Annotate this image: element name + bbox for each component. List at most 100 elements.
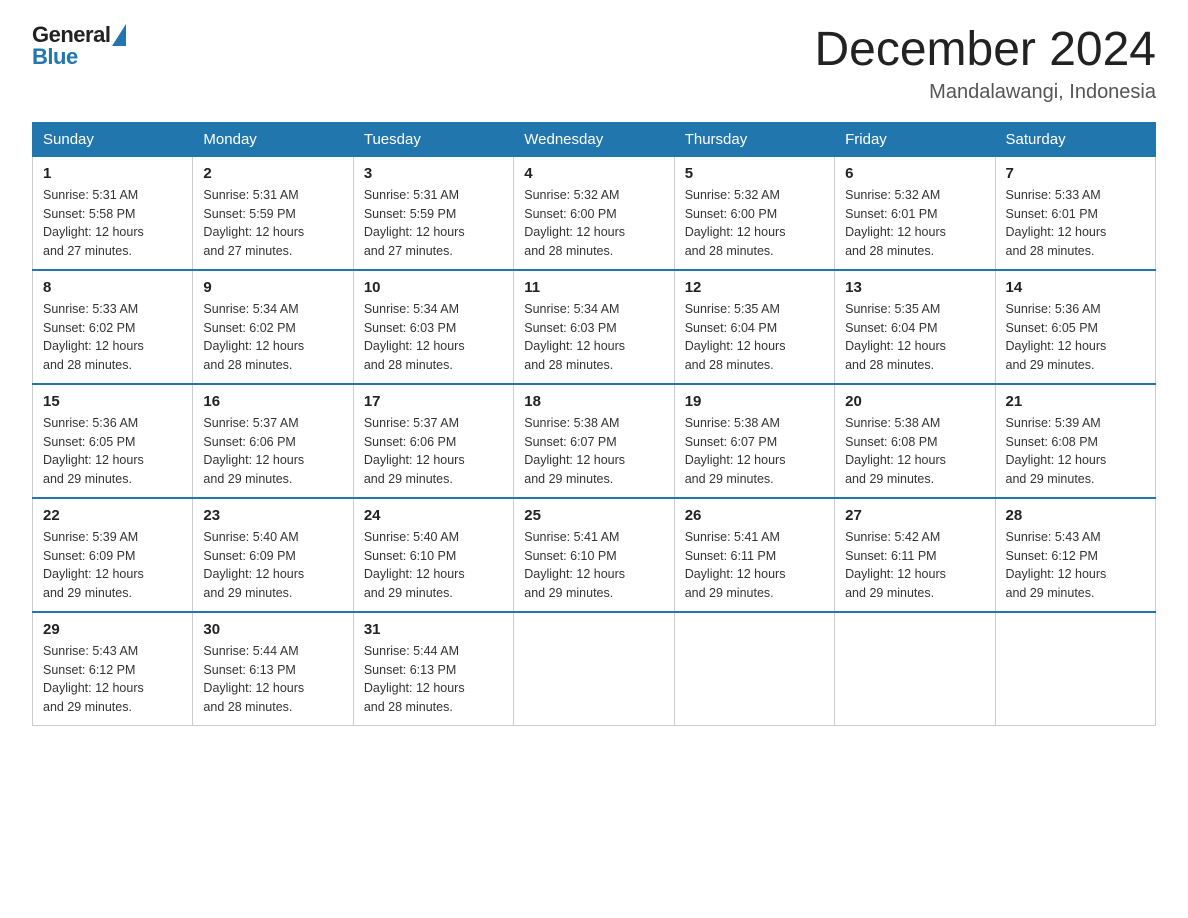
day-info: Sunrise: 5:34 AMSunset: 6:02 PMDaylight:…: [203, 300, 342, 375]
calendar-cell: 3Sunrise: 5:31 AMSunset: 5:59 PMDaylight…: [353, 156, 513, 270]
calendar-cell: 27 Sunrise: 5:42 AMSunset: 6:11 PMDayligh…: [835, 498, 995, 612]
day-info: Sunrise: 5:34 AMSunset: 6:03 PMDaylight:…: [524, 300, 663, 375]
day-number: 6: [845, 165, 984, 182]
day-info: Sunrise: 5:44 AMSunset: 6:13 PMDaylight:…: [364, 642, 503, 717]
day-number: 28: [1006, 507, 1145, 524]
calendar-cell: 23Sunrise: 5:40 AMSunset: 6:09 PMDayligh…: [193, 498, 353, 612]
day-number: 3: [364, 165, 503, 182]
calendar-cell: 14Sunrise: 5:36 AMSunset: 6:05 PMDayligh…: [995, 270, 1155, 384]
day-number: 25: [524, 507, 663, 524]
day-number: 14: [1006, 279, 1145, 296]
calendar-table: SundayMondayTuesdayWednesdayThursdayFrid…: [32, 122, 1156, 726]
day-number: 1: [43, 165, 182, 182]
calendar-cell: 24 Sunrise: 5:40 AMSunset: 6:10 PMDayligh…: [353, 498, 513, 612]
day-number: 2: [203, 165, 342, 182]
day-info: Sunrise: 5:35 AMSunset: 6:04 PMDaylight:…: [685, 300, 824, 375]
logo-text: General Blue: [32, 24, 126, 68]
day-number: 29: [43, 621, 182, 638]
day-number: 18: [524, 393, 663, 410]
day-info: Sunrise: 5:39 AMSunset: 6:08 PMDaylight:…: [1006, 414, 1145, 489]
calendar-cell: 28 Sunrise: 5:43 AMSunset: 6:12 PMDayligh…: [995, 498, 1155, 612]
calendar-cell: 12 Sunrise: 5:35 AMSunset: 6:04 PMDayligh…: [674, 270, 834, 384]
day-info: Sunrise: 5:32 AMSunset: 6:00 PMDaylight:…: [524, 186, 663, 261]
weekday-header-monday: Monday: [193, 122, 353, 156]
calendar-location: Mandalawangi, Indonesia: [814, 81, 1156, 104]
day-number: 15: [43, 393, 182, 410]
day-number: 7: [1006, 165, 1145, 182]
day-number: 9: [203, 279, 342, 296]
day-info: Sunrise: 5:43 AMSunset: 6:12 PMDaylight:…: [43, 642, 182, 717]
day-info: Sunrise: 5:39 AMSunset: 6:09 PMDaylight:…: [43, 528, 182, 603]
day-number: 12: [685, 279, 824, 296]
week-row-5: 29 Sunrise: 5:43 AMSunset: 6:12 PMDayligh…: [33, 612, 1156, 726]
calendar-cell: 25 Sunrise: 5:41 AMSunset: 6:10 PMDayligh…: [514, 498, 674, 612]
calendar-cell: 26Sunrise: 5:41 AMSunset: 6:11 PMDayligh…: [674, 498, 834, 612]
title-area: December 2024 Mandalawangi, Indonesia: [814, 24, 1156, 104]
day-info: Sunrise: 5:38 AMSunset: 6:07 PMDaylight:…: [685, 414, 824, 489]
day-info: Sunrise: 5:42 AMSunset: 6:11 PMDaylight:…: [845, 528, 984, 603]
day-info: Sunrise: 5:31 AMSunset: 5:58 PMDaylight:…: [43, 186, 182, 261]
day-number: 21: [1006, 393, 1145, 410]
calendar-cell: [674, 612, 834, 726]
calendar-cell: 6 Sunrise: 5:32 AMSunset: 6:01 PMDaylight…: [835, 156, 995, 270]
calendar-cell: 13 Sunrise: 5:35 AMSunset: 6:04 PMDayligh…: [835, 270, 995, 384]
day-info: Sunrise: 5:38 AMSunset: 6:08 PMDaylight:…: [845, 414, 984, 489]
day-info: Sunrise: 5:34 AMSunset: 6:03 PMDaylight:…: [364, 300, 503, 375]
calendar-cell: 5 Sunrise: 5:32 AMSunset: 6:00 PMDaylight…: [674, 156, 834, 270]
calendar-cell: 18Sunrise: 5:38 AMSunset: 6:07 PMDayligh…: [514, 384, 674, 498]
day-info: Sunrise: 5:36 AMSunset: 6:05 PMDaylight:…: [43, 414, 182, 489]
logo-triangle-icon: [112, 24, 126, 46]
week-row-4: 22 Sunrise: 5:39 AMSunset: 6:09 PMDayligh…: [33, 498, 1156, 612]
day-number: 27: [845, 507, 984, 524]
day-number: 19: [685, 393, 824, 410]
calendar-cell: [514, 612, 674, 726]
logo: General Blue: [32, 24, 126, 68]
week-row-3: 15 Sunrise: 5:36 AMSunset: 6:05 PMDayligh…: [33, 384, 1156, 498]
weekday-header-friday: Friday: [835, 122, 995, 156]
day-number: 23: [203, 507, 342, 524]
page-header: General Blue December 2024 Mandalawangi,…: [32, 24, 1156, 104]
calendar-cell: 19 Sunrise: 5:38 AMSunset: 6:07 PMDayligh…: [674, 384, 834, 498]
day-number: 16: [203, 393, 342, 410]
week-row-2: 8Sunrise: 5:33 AMSunset: 6:02 PMDaylight…: [33, 270, 1156, 384]
calendar-cell: 10Sunrise: 5:34 AMSunset: 6:03 PMDayligh…: [353, 270, 513, 384]
day-info: Sunrise: 5:32 AMSunset: 6:01 PMDaylight:…: [845, 186, 984, 261]
day-info: Sunrise: 5:33 AMSunset: 6:02 PMDaylight:…: [43, 300, 182, 375]
day-number: 24: [364, 507, 503, 524]
calendar-cell: 7 Sunrise: 5:33 AMSunset: 6:01 PMDaylight…: [995, 156, 1155, 270]
day-number: 17: [364, 393, 503, 410]
weekday-header-saturday: Saturday: [995, 122, 1155, 156]
calendar-cell: 30 Sunrise: 5:44 AMSunset: 6:13 PMDayligh…: [193, 612, 353, 726]
day-info: Sunrise: 5:41 AMSunset: 6:10 PMDaylight:…: [524, 528, 663, 603]
weekday-header-row: SundayMondayTuesdayWednesdayThursdayFrid…: [33, 122, 1156, 156]
day-info: Sunrise: 5:35 AMSunset: 6:04 PMDaylight:…: [845, 300, 984, 375]
week-row-1: 1 Sunrise: 5:31 AMSunset: 5:58 PMDaylight…: [33, 156, 1156, 270]
day-info: Sunrise: 5:43 AMSunset: 6:12 PMDaylight:…: [1006, 528, 1145, 603]
day-info: Sunrise: 5:32 AMSunset: 6:00 PMDaylight:…: [685, 186, 824, 261]
weekday-header-thursday: Thursday: [674, 122, 834, 156]
day-info: Sunrise: 5:40 AMSunset: 6:10 PMDaylight:…: [364, 528, 503, 603]
day-number: 31: [364, 621, 503, 638]
calendar-cell: 29 Sunrise: 5:43 AMSunset: 6:12 PMDayligh…: [33, 612, 193, 726]
day-number: 11: [524, 279, 663, 296]
calendar-cell: 21 Sunrise: 5:39 AMSunset: 6:08 PMDayligh…: [995, 384, 1155, 498]
day-number: 5: [685, 165, 824, 182]
day-number: 30: [203, 621, 342, 638]
weekday-header-tuesday: Tuesday: [353, 122, 513, 156]
day-info: Sunrise: 5:33 AMSunset: 6:01 PMDaylight:…: [1006, 186, 1145, 261]
logo-blue: Blue: [32, 46, 126, 68]
day-info: Sunrise: 5:31 AMSunset: 5:59 PMDaylight:…: [203, 186, 342, 261]
calendar-cell: [835, 612, 995, 726]
calendar-cell: 11 Sunrise: 5:34 AMSunset: 6:03 PMDayligh…: [514, 270, 674, 384]
calendar-cell: 17Sunrise: 5:37 AMSunset: 6:06 PMDayligh…: [353, 384, 513, 498]
day-number: 4: [524, 165, 663, 182]
day-number: 26: [685, 507, 824, 524]
calendar-title: December 2024: [814, 24, 1156, 77]
calendar-cell: 2 Sunrise: 5:31 AMSunset: 5:59 PMDaylight…: [193, 156, 353, 270]
day-number: 22: [43, 507, 182, 524]
day-number: 20: [845, 393, 984, 410]
day-number: 13: [845, 279, 984, 296]
weekday-header-sunday: Sunday: [33, 122, 193, 156]
weekday-header-wednesday: Wednesday: [514, 122, 674, 156]
day-info: Sunrise: 5:44 AMSunset: 6:13 PMDaylight:…: [203, 642, 342, 717]
